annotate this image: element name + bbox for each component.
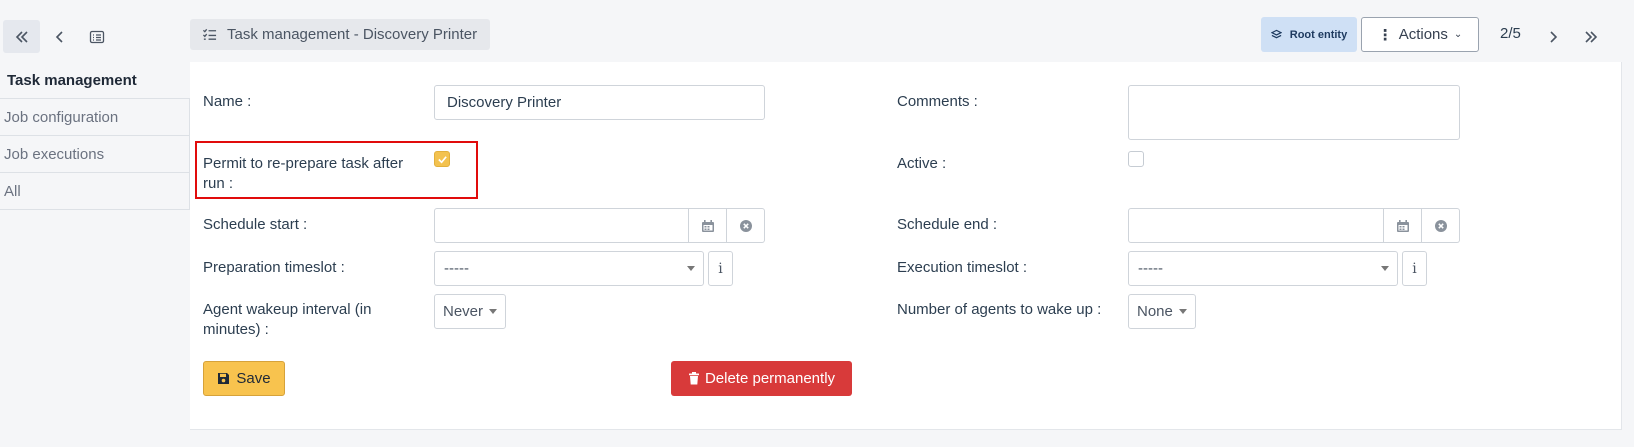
pager-count: 2/5	[1500, 25, 1521, 42]
double-chevron-right-icon	[1585, 30, 1598, 43]
floppy-disk-icon	[218, 373, 230, 384]
name-input[interactable]: Discovery Printer	[434, 85, 765, 120]
preparation-timeslot-info-button[interactable]: i	[708, 251, 733, 286]
sidebar-item-all[interactable]: All	[0, 173, 190, 210]
first-item-button[interactable]	[3, 20, 40, 53]
info-icon: i	[718, 260, 723, 277]
active-label: Active :	[897, 155, 947, 172]
caret-down-icon	[489, 309, 498, 314]
name-label: Name :	[203, 93, 252, 110]
layers-icon	[1270, 29, 1282, 39]
wakeup-interval-label-line2: minutes) :	[203, 321, 269, 338]
caret-down-icon	[687, 266, 695, 271]
execution-timeslot-label: Execution timeslot :	[897, 259, 1028, 276]
root-entity-badge[interactable]: Root entity	[1261, 17, 1357, 52]
checklist-icon	[202, 28, 217, 40]
last-item-button[interactable]	[1573, 20, 1609, 53]
next-item-button[interactable]	[1537, 20, 1569, 53]
execution-timeslot-info-button[interactable]: i	[1402, 251, 1427, 286]
schedule-start-label: Schedule start :	[203, 216, 308, 233]
caret-down-icon	[1178, 309, 1187, 314]
schedule-end-clear-button[interactable]	[1422, 208, 1460, 243]
delete-permanently-button[interactable]: Delete permanently	[671, 361, 852, 396]
delete-label: Delete permanently	[704, 370, 836, 387]
reprepare-label-line2: run :	[203, 175, 234, 192]
sidebar-item-job-configuration[interactable]: Job configuration	[0, 99, 190, 136]
double-chevron-left-icon	[15, 30, 28, 43]
trash-icon	[688, 372, 699, 385]
schedule-start-input[interactable]	[434, 208, 689, 243]
reprepare-label-line1: Permit to re-prepare task after	[203, 155, 404, 172]
schedule-end-calendar-button[interactable]	[1384, 208, 1422, 243]
vertical-dots-icon: ⋮	[1377, 26, 1393, 44]
list-icon	[89, 30, 105, 43]
chevron-right-icon	[1550, 30, 1558, 43]
schedule-end-label: Schedule end :	[897, 216, 998, 233]
schedule-start-calendar-button[interactable]	[689, 208, 727, 243]
caret-down-icon	[1381, 266, 1389, 271]
schedule-start-clear-button[interactable]	[727, 208, 765, 243]
wakeup-interval-label-line1: Agent wakeup interval (in	[203, 301, 372, 318]
calendar-icon	[1396, 219, 1409, 232]
chevron-down-icon: ⌄	[1453, 29, 1463, 40]
previous-item-button[interactable]	[44, 20, 76, 53]
execution-timeslot-value: -----	[1138, 260, 1163, 277]
preparation-timeslot-label: Preparation timeslot :	[203, 259, 345, 276]
agents-wakeup-select[interactable]: None	[1128, 294, 1196, 329]
actions-label: Actions	[1398, 26, 1448, 43]
reprepare-checkbox[interactable]	[434, 151, 450, 167]
sidebar-item-job-executions[interactable]: Job executions	[0, 136, 190, 173]
breadcrumb-title: Task management - Discovery Printer	[227, 26, 478, 43]
schedule-end-input[interactable]	[1128, 208, 1384, 243]
sidebar: Task management Job configuration Job ex…	[0, 62, 190, 210]
comments-textarea[interactable]	[1128, 85, 1460, 140]
list-view-button[interactable]	[80, 20, 114, 53]
calendar-icon	[701, 219, 714, 232]
sidebar-item-task-management[interactable]: Task management	[0, 62, 190, 99]
execution-timeslot-select[interactable]: -----	[1128, 251, 1398, 286]
task-form-panel: Name : Discovery Printer Comments : Perm…	[190, 62, 1622, 430]
wakeup-interval-value: Never	[443, 303, 484, 320]
info-icon: i	[1412, 260, 1417, 277]
preparation-timeslot-value: -----	[444, 260, 469, 277]
checkmark-icon	[437, 155, 447, 163]
agents-wakeup-label: Number of agents to wake up :	[897, 301, 1102, 318]
clear-circle-icon	[1434, 219, 1447, 232]
name-value: Discovery Printer	[447, 94, 562, 111]
agents-wakeup-value: None	[1137, 303, 1173, 320]
chevron-left-icon	[55, 30, 63, 43]
root-entity-label: Root entity	[1289, 28, 1348, 41]
active-checkbox[interactable]	[1128, 151, 1144, 167]
reprepare-label: Permit to re-prepare task after run :	[203, 154, 403, 194]
schedule-end-group	[1128, 208, 1460, 243]
actions-dropdown-button[interactable]: ⋮ Actions ⌄	[1361, 17, 1479, 52]
clear-circle-icon	[739, 219, 752, 232]
save-label: Save	[236, 370, 271, 387]
save-button[interactable]: Save	[203, 361, 285, 396]
comments-label: Comments :	[897, 93, 978, 110]
schedule-start-group	[434, 208, 765, 243]
breadcrumb: Task management - Discovery Printer	[190, 19, 490, 50]
preparation-timeslot-select[interactable]: -----	[434, 251, 704, 286]
wakeup-interval-select[interactable]: Never	[434, 294, 507, 329]
wakeup-interval-label: Agent wakeup interval (in minutes) :	[203, 300, 371, 340]
